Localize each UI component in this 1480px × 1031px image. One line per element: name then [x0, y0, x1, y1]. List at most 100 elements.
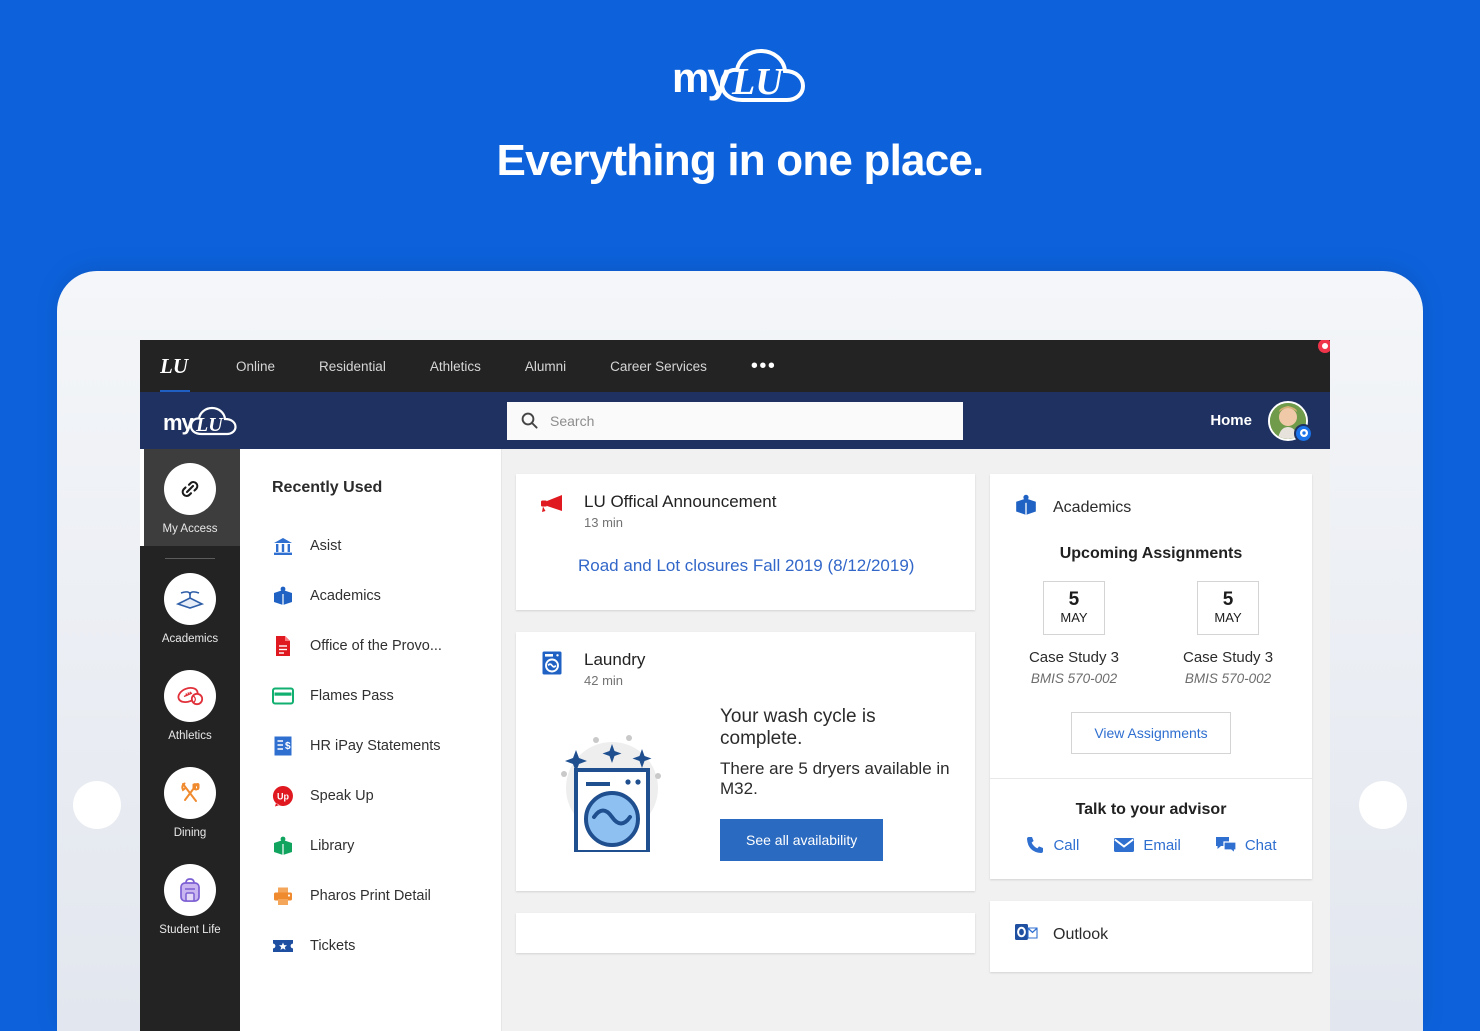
- notification-badge: [1316, 340, 1330, 355]
- home-link[interactable]: Home: [1210, 412, 1252, 429]
- topnav-link-alumni[interactable]: Alumni: [503, 359, 588, 374]
- laundry-time: 42 min: [584, 673, 624, 688]
- topnav-link-online[interactable]: Online: [214, 359, 297, 374]
- assignment-item[interactable]: 5 MAY Case Study 3 BMIS 570-002: [1183, 581, 1273, 686]
- laundry-line-1: Your wash cycle is complete.: [720, 706, 876, 749]
- recent-item-office-of-the-provost[interactable]: Office of the Provo...: [272, 621, 501, 671]
- laundry-card-text: Laundry 42 min: [584, 650, 645, 688]
- assignment-course: BMIS 570-002: [1184, 671, 1272, 686]
- sidebar-item-label: My Access: [162, 523, 218, 535]
- svg-text:my: my: [163, 410, 195, 435]
- svg-text:$: $: [285, 741, 291, 752]
- gear-icon[interactable]: [1294, 423, 1313, 443]
- book-icon: [1014, 494, 1038, 521]
- sidebar-item-label: Student Life: [159, 924, 221, 936]
- advisor-action-label: Chat: [1244, 836, 1277, 854]
- tablet-screen: LU Online Residential Athletics Alumni C…: [140, 340, 1330, 1031]
- assignment-item[interactable]: 5 MAY Case Study 3 BMIS 570-002: [1029, 581, 1119, 686]
- recent-item-hr-ipay-statements[interactable]: $ HR iPay Statements: [272, 721, 501, 771]
- academics-card-header: Academics: [990, 474, 1312, 521]
- announcement-link[interactable]: Road and Lot closures Fall 2019 (8/12/20…: [516, 530, 975, 610]
- megaphone-icon: [538, 492, 566, 520]
- recent-item-library[interactable]: Library: [272, 821, 501, 871]
- recent-item-pharos-print-detail[interactable]: Pharos Print Detail: [272, 871, 501, 921]
- view-assignments-button[interactable]: View Assignments: [1071, 712, 1231, 754]
- outlook-icon: [1014, 921, 1038, 948]
- tablet-button-right[interactable]: [1359, 781, 1407, 829]
- sidebar-item-dining[interactable]: Dining: [140, 753, 240, 850]
- advisor-call-action[interactable]: Call: [1025, 835, 1079, 855]
- advisor-email-action[interactable]: Email: [1113, 835, 1181, 855]
- avatar[interactable]: [1268, 400, 1313, 443]
- announcement-time: 13 min: [584, 515, 624, 530]
- see-all-availability-button[interactable]: See all availability: [720, 819, 884, 861]
- ticket-icon: [272, 935, 294, 957]
- mylu-logo-header[interactable]: my LU: [162, 404, 240, 438]
- laundry-line-2: There are 5 dryers available in M32.: [720, 759, 950, 798]
- recent-item-asist[interactable]: Asist: [272, 521, 501, 571]
- document-icon: [272, 635, 294, 657]
- more-options-icon[interactable]: •••: [729, 356, 799, 376]
- recently-used-panel: Recently Used Asist Academics Office of …: [240, 449, 502, 1031]
- book-icon: [272, 585, 294, 607]
- sidebar-item-my-access[interactable]: My Access: [140, 449, 240, 546]
- hero-section: my LU Everything in one place.: [0, 0, 1480, 186]
- assignments-list: 5 MAY Case Study 3 BMIS 570-002 5 MAY Ca…: [990, 581, 1312, 686]
- app-header: my LU Search Home: [140, 392, 1330, 449]
- announcement-card-text: LU Offical Announcement 13 min: [584, 492, 776, 530]
- recent-item-label: Pharos Print Detail: [310, 888, 431, 904]
- chat-icon: [1215, 837, 1237, 855]
- recent-item-label: Flames Pass: [310, 688, 394, 704]
- laundry-card-body: Your wash cycle is complete. There are 5…: [516, 688, 975, 891]
- search-input[interactable]: Search: [507, 401, 963, 440]
- svg-text:Up: Up: [277, 792, 289, 802]
- advisor-action-label: Email: [1143, 836, 1181, 854]
- recent-item-speak-up[interactable]: Up Speak Up: [272, 771, 501, 821]
- sidebar-item-athletics[interactable]: Athletics: [140, 656, 240, 753]
- washing-machine-illustration: [526, 712, 706, 852]
- recently-used-title: Recently Used: [272, 479, 383, 496]
- sidebar-item-label: Athletics: [168, 730, 212, 742]
- assignment-course: BMIS 570-002: [1030, 671, 1118, 686]
- library-icon: [272, 835, 294, 857]
- recent-item-academics[interactable]: Academics: [272, 571, 501, 621]
- tablet-button-left[interactable]: [73, 781, 121, 829]
- svg-text:my: my: [672, 54, 731, 101]
- utensils-icon: [164, 767, 216, 819]
- sidebar-item-label: Dining: [173, 827, 207, 839]
- recent-item-tickets[interactable]: Tickets: [272, 921, 501, 971]
- academics-title: Academics: [1053, 498, 1132, 516]
- sidebar-item-student-life[interactable]: Student Life: [140, 850, 240, 947]
- advisor-chat-action[interactable]: Chat: [1215, 835, 1277, 855]
- hero-tagline: Everything in one place.: [496, 136, 985, 185]
- header-right-group: Home: [1210, 400, 1313, 443]
- speakup-icon: Up: [272, 785, 294, 807]
- laundry-title: Laundry: [584, 650, 646, 669]
- mylu-logo-hero: my LU: [672, 48, 806, 103]
- assignment-name: Case Study 3: [1183, 649, 1274, 666]
- recent-item-label: Speak Up: [310, 788, 374, 804]
- backpack-icon: [164, 864, 216, 916]
- assignment-day: 5: [1222, 589, 1234, 610]
- recent-item-label: Office of the Provo...: [310, 638, 442, 654]
- topnav-link-residential[interactable]: Residential: [297, 359, 408, 374]
- lu-logo-icon[interactable]: LU: [158, 352, 192, 393]
- topnav-link-athletics[interactable]: Athletics: [408, 359, 503, 374]
- card-icon: [272, 685, 294, 707]
- advisor-action-label: Call: [1053, 836, 1080, 854]
- recent-item-flames-pass[interactable]: Flames Pass: [272, 671, 501, 721]
- search-icon: [521, 412, 538, 429]
- search-placeholder: Search: [550, 412, 595, 429]
- assignment-name: Case Study 3: [1028, 649, 1119, 666]
- recent-item-label: HR iPay Statements: [310, 738, 441, 754]
- svg-text:LU: LU: [731, 61, 785, 103]
- assignment-date: 5 MAY: [1197, 581, 1260, 635]
- side-column: Academics Upcoming Assignments 5 MAY Cas…: [990, 474, 1312, 1031]
- advisor-title: Talk to your advisor: [1075, 801, 1227, 818]
- outlook-card: Outlook: [990, 901, 1312, 972]
- recent-item-label: Tickets: [310, 938, 356, 954]
- svg-text:LU: LU: [195, 414, 224, 436]
- partial-card-below: [516, 913, 975, 953]
- topnav-link-career-services[interactable]: Career Services: [588, 359, 729, 374]
- sidebar-item-academics[interactable]: Academics: [140, 340, 1330, 656]
